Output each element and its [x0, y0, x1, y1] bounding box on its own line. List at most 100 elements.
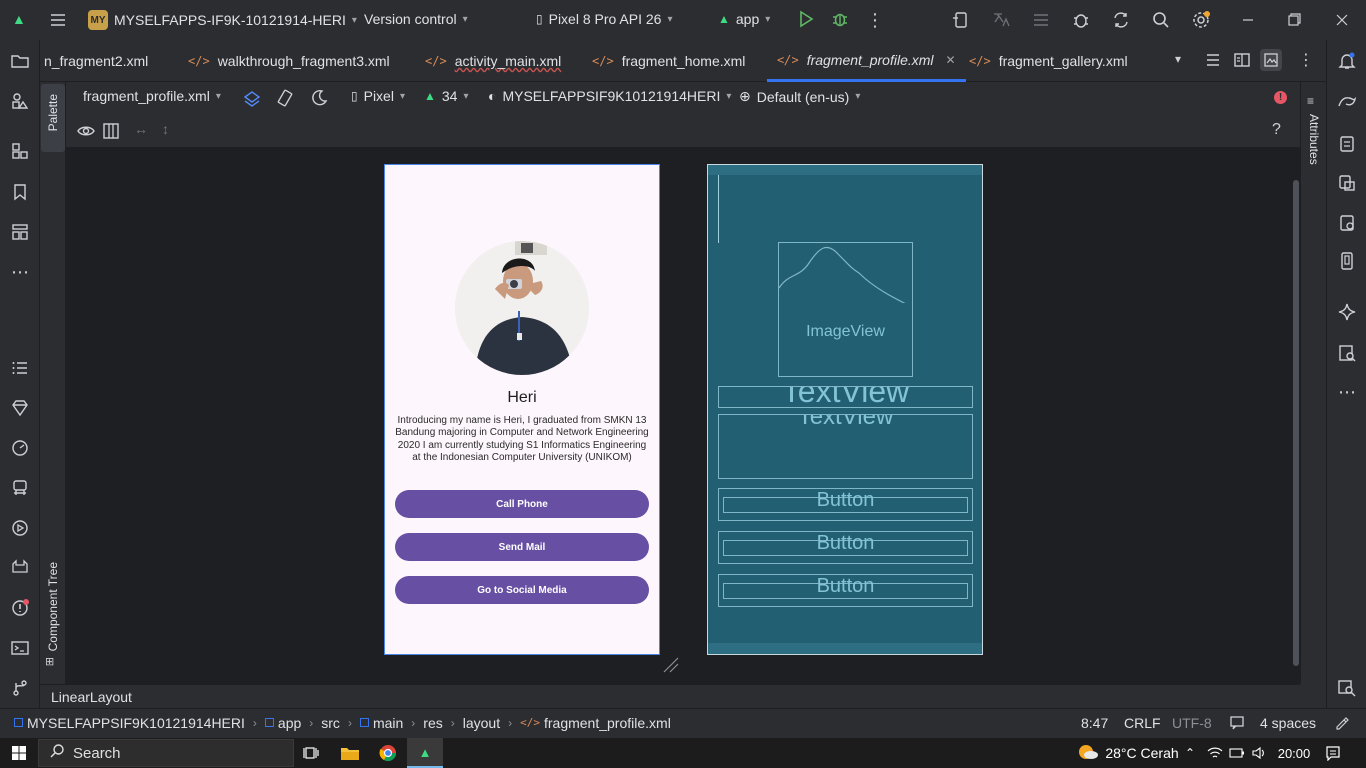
tab-fragment-profile[interactable]: </> fragment_profile.xml ✕ [767, 40, 966, 82]
action-center-icon[interactable] [1322, 738, 1344, 768]
send-mail-button[interactable]: Send Mail [395, 533, 649, 561]
volume-icon[interactable] [1250, 738, 1268, 768]
device-manager-icon[interactable] [951, 10, 971, 30]
tab-fragment-home[interactable]: </> fragment_home.xml [592, 40, 745, 82]
notifications-icon[interactable] [1335, 49, 1359, 73]
app-inspection-icon[interactable] [8, 476, 32, 500]
tabs-dropdown-icon[interactable]: ▾ [1175, 52, 1181, 66]
chevron-up-icon[interactable]: ⌃ [1182, 738, 1198, 768]
theme-selector[interactable]: ◐ MYSELFAPPSIF9K10121914HERI ▾ [488, 88, 731, 104]
folder-icon[interactable] [8, 49, 32, 73]
version-control-menu[interactable]: Version control ▾ [364, 11, 468, 27]
attributes-label[interactable]: Attributes [1307, 114, 1321, 165]
layout-file-selector[interactable]: fragment_profile.xml ▾ [83, 88, 221, 104]
close-icon[interactable] [1332, 10, 1352, 30]
file-encoding[interactable]: UTF-8 [1172, 715, 1212, 731]
breadcrumb-main[interactable]: main [359, 715, 403, 731]
design-view-icon[interactable] [1260, 49, 1282, 71]
blueprint-button-1[interactable]: Button [718, 488, 973, 521]
blueprint-preview[interactable]: ImageView TextView TextView Button Butto… [707, 164, 983, 655]
weather-widget[interactable]: 28°C Cerah [1068, 738, 1188, 768]
task-view-icon[interactable] [300, 738, 324, 768]
minimize-icon[interactable] [1238, 10, 1258, 30]
run-tool-icon[interactable] [8, 516, 32, 540]
more-tools-right-icon[interactable]: ⋯ [1335, 380, 1359, 404]
problems-icon[interactable] [8, 596, 32, 620]
bug-report-icon[interactable] [1071, 10, 1091, 30]
debug-icon[interactable] [831, 10, 849, 28]
chrome-icon[interactable] [376, 738, 400, 768]
battery-icon[interactable] [1228, 738, 1246, 768]
help-icon[interactable]: ? [1272, 121, 1281, 139]
build-variants-icon[interactable] [8, 220, 32, 244]
blueprint-button-2[interactable]: Button [718, 531, 973, 564]
find-usages-icon[interactable] [1335, 676, 1359, 700]
more-actions-icon[interactable]: ⋮ [866, 10, 884, 31]
more-tools-icon[interactable]: ⋯ [8, 260, 32, 284]
bookmark-icon[interactable] [8, 180, 32, 204]
blueprint-textview-name[interactable]: TextView [718, 386, 973, 408]
line-separator[interactable]: CRLF [1124, 715, 1161, 731]
device-config-selector[interactable]: ▯ Pixel ▾ [351, 88, 405, 104]
taskbar-search[interactable]: Search [38, 739, 294, 767]
blueprint-imageview[interactable]: ImageView [778, 242, 913, 377]
main-menu-icon[interactable] [48, 10, 68, 30]
view-options-icon[interactable] [76, 121, 96, 141]
clock[interactable]: 20:00 [1276, 738, 1312, 768]
windows-start-icon[interactable] [0, 738, 38, 768]
resize-handle-icon[interactable] [662, 656, 680, 677]
search-icon[interactable] [1151, 10, 1171, 30]
project-selector[interactable]: MY MYSELFAPPS-IF9K-10121914-HERI ▾ [88, 10, 357, 30]
running-devices-icon[interactable] [1335, 211, 1359, 235]
horizontal-resize-icon[interactable]: ↔ [134, 121, 148, 137]
layout-inspector-icon[interactable] [1335, 341, 1359, 365]
device-mirror-icon[interactable] [1335, 249, 1359, 273]
todo-list-icon[interactable] [8, 356, 32, 380]
resource-manager-icon[interactable] [8, 89, 32, 113]
design-canvas[interactable]: Heri Introducing my name is Heri, I grad… [66, 148, 1300, 684]
gradle-icon[interactable] [1335, 89, 1359, 113]
design-preview[interactable]: Heri Introducing my name is Heri, I grad… [384, 164, 660, 655]
logcat-icon[interactable] [8, 556, 32, 580]
gemini-icon[interactable] [1335, 300, 1359, 324]
tab-fragment-gallery[interactable]: </> fragment_gallery.xml [969, 40, 1128, 82]
tab-walkthrough-fragment3[interactable]: </> walkthrough_fragment3.xml [188, 40, 390, 82]
structure-icon[interactable] [8, 139, 32, 163]
call-phone-button[interactable]: Call Phone [395, 490, 649, 518]
tab-options-icon[interactable]: ⋮ [1298, 50, 1314, 70]
close-tab-icon[interactable]: ✕ [946, 53, 956, 67]
indent-setting[interactable]: 4 spaces [1260, 715, 1316, 731]
device-file-icon[interactable] [1335, 132, 1359, 156]
blueprint-textview-desc[interactable]: TextView [718, 414, 973, 479]
tab-fragment2[interactable]: n_fragment2.xml [44, 40, 148, 82]
file-explorer-icon[interactable] [338, 738, 362, 768]
sync-icon[interactable] [1111, 10, 1131, 30]
night-mode-icon[interactable] [309, 88, 329, 108]
gem-icon[interactable] [8, 396, 32, 420]
locale-selector[interactable]: ⊕ Default (en-us) ▾ [739, 88, 860, 105]
breadcrumb-project[interactable]: MYSELFAPPSIF9K10121914HERI [14, 715, 245, 731]
blueprint-toggle-icon[interactable] [101, 121, 121, 141]
lock-icon[interactable] [1334, 714, 1350, 733]
android-studio-taskbar-icon[interactable]: ▲ [407, 738, 443, 768]
run-config-selector[interactable]: ▲ app ▾ [718, 11, 770, 27]
api-level-selector[interactable]: ▲ 34 ▾ [424, 88, 469, 104]
wifi-icon[interactable] [1206, 738, 1224, 768]
canvas-scrollbar[interactable] [1293, 180, 1299, 666]
breadcrumb-layout[interactable]: layout [463, 715, 500, 731]
blueprint-button-3[interactable]: Button [718, 574, 973, 607]
readonly-status-icon[interactable] [1229, 714, 1245, 733]
device-selector[interactable]: ▯ Pixel 8 Pro API 26 ▾ [536, 11, 672, 27]
orientation-icon[interactable] [275, 88, 295, 108]
version-control-icon[interactable] [8, 676, 32, 700]
translate-icon[interactable] [991, 10, 1011, 30]
maximize-icon[interactable] [1284, 10, 1304, 30]
breadcrumb-src[interactable]: src [321, 715, 340, 731]
cursor-position[interactable]: 8:47 [1081, 715, 1108, 731]
tab-activity-main[interactable]: </> activity_main.xml [425, 40, 561, 82]
profiler-gauge-icon[interactable] [8, 436, 32, 460]
design-surface-icon[interactable] [242, 88, 262, 108]
breadcrumb-app[interactable]: app [264, 715, 301, 731]
terminal-icon[interactable] [8, 636, 32, 660]
error-indicator-icon[interactable]: ! [1274, 91, 1287, 104]
